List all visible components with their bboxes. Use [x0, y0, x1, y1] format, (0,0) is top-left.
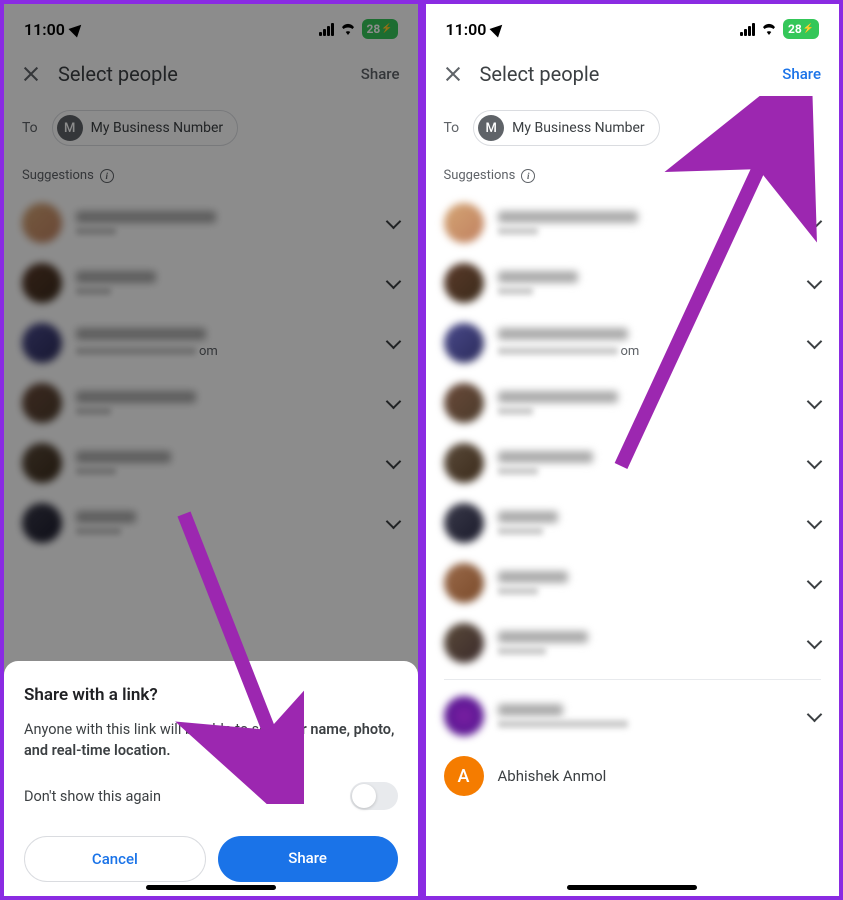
share-button[interactable]: Share	[361, 65, 400, 83]
list-item[interactable]: A Abhishek Anmol	[426, 746, 840, 806]
wifi-icon	[760, 22, 778, 36]
chevron-down-icon[interactable]	[386, 396, 400, 410]
close-icon[interactable]	[22, 65, 40, 83]
list-item[interactable]	[426, 493, 840, 553]
chevron-down-icon[interactable]	[807, 636, 821, 650]
avatar: A	[444, 756, 484, 796]
dialog-body: Anyone with this link will be able to se…	[24, 719, 398, 763]
chip-label: My Business Number	[512, 120, 644, 136]
list-item[interactable]	[426, 253, 840, 313]
list-item[interactable]	[4, 373, 418, 433]
list-item[interactable]	[426, 193, 840, 253]
chevron-down-icon[interactable]	[807, 336, 821, 350]
list-item[interactable]	[4, 433, 418, 493]
close-icon[interactable]	[444, 65, 462, 83]
chevron-down-icon[interactable]	[807, 516, 821, 530]
battery-icon: 28⚡	[362, 19, 398, 39]
list-item[interactable]	[426, 613, 840, 673]
chevron-down-icon[interactable]	[386, 516, 400, 530]
to-label: To	[22, 120, 38, 136]
chevron-down-icon[interactable]	[386, 276, 400, 290]
chevron-down-icon[interactable]	[807, 709, 821, 723]
avatar: M	[57, 115, 83, 141]
list-item[interactable]: om	[426, 313, 840, 373]
chevron-down-icon[interactable]	[807, 216, 821, 230]
share-button[interactable]: Share	[218, 836, 398, 882]
page-title: Select people	[480, 62, 765, 86]
wifi-icon	[339, 22, 357, 36]
signal-icon	[740, 23, 755, 36]
recipient-chip[interactable]: M My Business Number	[473, 110, 659, 146]
chevron-down-icon[interactable]	[807, 276, 821, 290]
list-item[interactable]: om	[4, 313, 418, 373]
home-indicator[interactable]	[567, 885, 697, 890]
recipient-chip[interactable]: M My Business Number	[52, 110, 238, 146]
dialog-title: Share with a link?	[24, 685, 398, 705]
chevron-down-icon[interactable]	[807, 456, 821, 470]
to-label: To	[444, 120, 460, 136]
list-item[interactable]	[426, 686, 840, 746]
list-item[interactable]	[426, 373, 840, 433]
suggestions-label: Suggestions	[444, 168, 516, 183]
signal-icon	[319, 23, 334, 36]
list-item[interactable]	[426, 433, 840, 493]
status-bar: 11:00 28⚡	[4, 4, 418, 48]
dont-show-toggle[interactable]	[350, 782, 398, 810]
list-item[interactable]	[426, 553, 840, 613]
list-item[interactable]	[4, 253, 418, 313]
chevron-down-icon[interactable]	[386, 336, 400, 350]
chevron-down-icon[interactable]	[386, 216, 400, 230]
suggestions-label: Suggestions	[22, 168, 94, 183]
home-indicator[interactable]	[146, 885, 276, 890]
status-bar: 11:00 28⚡	[426, 4, 840, 48]
list-item[interactable]	[4, 193, 418, 253]
page-title: Select people	[58, 62, 343, 86]
contact-name: Abhishek Anmol	[498, 767, 822, 785]
toggle-label: Don't show this again	[24, 788, 161, 805]
cancel-button[interactable]: Cancel	[24, 836, 206, 882]
chip-label: My Business Number	[91, 120, 223, 136]
list-item[interactable]	[4, 493, 418, 553]
avatar: M	[478, 115, 504, 141]
info-icon[interactable]: i	[521, 169, 535, 183]
time: 11:00	[24, 20, 65, 39]
time: 11:00	[446, 20, 487, 39]
share-button[interactable]: Share	[782, 65, 821, 83]
info-icon[interactable]: i	[100, 169, 114, 183]
location-icon	[490, 21, 507, 38]
chevron-down-icon[interactable]	[807, 576, 821, 590]
chevron-down-icon[interactable]	[807, 396, 821, 410]
share-dialog: Share with a link? Anyone with this link…	[4, 661, 418, 897]
chevron-down-icon[interactable]	[386, 456, 400, 470]
location-icon	[68, 21, 85, 38]
battery-icon: 28⚡	[783, 19, 819, 39]
